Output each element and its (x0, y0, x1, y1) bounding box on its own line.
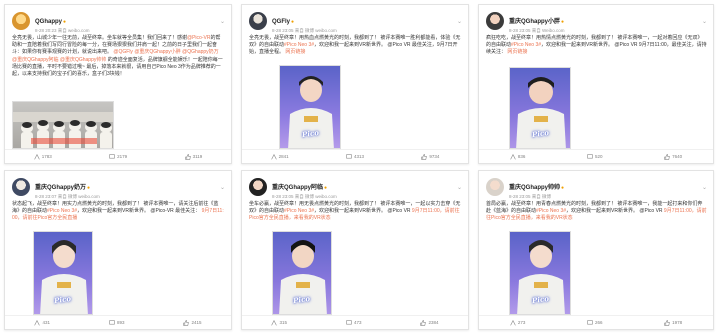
verified-badge-icon: ● (561, 18, 565, 25)
team-group-photo (13, 112, 113, 148)
username[interactable]: QGFly (272, 19, 290, 25)
chevron-down-icon[interactable]: ⌄ (457, 184, 462, 191)
post-text: 状态起飞，战至终章！用实力点燃黄光的时刻，我都到了！ 被评本赛唯一，请关注后前往… (12, 201, 224, 222)
weibo-post-card: QGFly● 8-28 23:05 来自 微博 weibo.com ⌄ 全亮无畏… (241, 4, 469, 164)
comment-icon (587, 153, 593, 158)
thumbs-up-icon (183, 319, 190, 326)
comment-icon (346, 153, 352, 158)
post-image[interactable]: Pico (509, 67, 571, 149)
verified-badge-icon: ● (87, 184, 91, 191)
share-button[interactable]: 431 (34, 319, 50, 326)
chevron-down-icon[interactable]: ⌄ (457, 18, 462, 25)
avatar[interactable] (12, 178, 30, 196)
post-image[interactable]: Pico (279, 65, 341, 149)
post-actions: 273 266 1978 (479, 315, 713, 329)
verified-badge-icon: ● (291, 18, 295, 25)
like-button[interactable]: 2415 (183, 319, 202, 326)
comment-icon (109, 319, 115, 324)
hashtag-link[interactable]: #Pico Neo 3# (536, 208, 566, 214)
post-image[interactable] (12, 101, 114, 149)
verified-badge-icon: ● (561, 184, 565, 191)
hashtag-link[interactable]: #Pico Neo 3# (47, 208, 77, 214)
avatar[interactable] (486, 178, 504, 196)
verified-badge-icon: ● (63, 18, 67, 25)
comment-icon (109, 153, 115, 158)
like-button[interactable]: 1978 (664, 319, 682, 326)
post-text: 全亮无畏，山城少年一往无前，战至终章。坐车就等全员集！我们回来了！感谢@Pico… (12, 35, 223, 78)
weibo-post-card: 重庆QGhappy帅帅● 8-28 23:05 来自 微博 ⌄ 首局必赢，战至终… (478, 170, 714, 330)
post-actions: 431 893 2415 (5, 315, 231, 329)
post-time: 8-28 20:23 来自 weibo.com (35, 27, 90, 33)
post-text: 全亮无畏，战至终章！用热血点燃黄光的时刻，我都到了！ 被评本赛唯一胜利都能看，体… (249, 35, 461, 56)
username[interactable]: 重庆QGhappy阿临 (272, 185, 323, 191)
share-button[interactable]: 1783 (34, 153, 52, 160)
hashtag-link[interactable]: #Pico Neo 3# (511, 42, 541, 48)
avatar[interactable] (486, 12, 504, 30)
comment-icon (587, 319, 593, 324)
web-link[interactable]: 网页链接 (285, 49, 305, 55)
mention-link[interactable]: @Pico-VR (187, 35, 210, 41)
avatar[interactable] (249, 178, 267, 196)
chevron-down-icon[interactable]: ⌄ (220, 18, 225, 25)
username[interactable]: 重庆QGhappy奶万 (35, 185, 86, 191)
share-button[interactable]: 2841 (270, 153, 289, 160)
like-button[interactable]: 7640 (664, 153, 682, 160)
comment-button[interactable]: 2179 (109, 153, 127, 160)
weibo-post-card: 重庆QGhappy奶万● 8-28 23:07 来自 微博 weibo.com … (4, 170, 232, 330)
share-icon (510, 153, 516, 160)
post-text: 首局必赢，战至终章！用青春点燃黄光的时刻，我都到了！ 被评本赛唯一，我能一起打来… (486, 201, 707, 222)
avatar[interactable] (249, 12, 267, 30)
weibo-post-card: 重庆QGhappy小胖● 8-28 23:05 来自 Weibo.com ⌄ 疯… (478, 4, 714, 164)
post-time: 8-28 23:05 来自 微博 (509, 193, 552, 199)
share-icon (510, 319, 516, 326)
share-icon (271, 319, 278, 326)
thumbs-up-icon (664, 153, 670, 160)
post-actions: 836 520 7640 (479, 149, 713, 163)
post-text: 坐车必赢，战至终章！用无畏点燃黄光的时刻，我都到了！ 被评本赛唯一，一起以实力击… (249, 201, 461, 222)
post-time: 8-28 23:05 来自 微博 weibo.com (272, 27, 337, 33)
like-button[interactable]: 3119 (184, 153, 202, 160)
username[interactable]: 重庆QGhappy小胖 (509, 19, 560, 25)
share-icon (34, 319, 41, 326)
post-actions: 315 473 2384 (242, 315, 468, 329)
chevron-down-icon[interactable]: ⌄ (702, 184, 707, 191)
post-time: 8-28 23:05 来自 微博 weibo.com (272, 193, 337, 199)
weibo-post-card: 重庆QGhappy阿临● 8-28 23:05 来自 微博 weibo.com … (241, 170, 469, 330)
chevron-down-icon[interactable]: ⌄ (220, 184, 225, 191)
username[interactable]: 重庆QGhappy帅帅 (509, 185, 560, 191)
like-button[interactable]: 9734 (421, 153, 439, 160)
post-image[interactable]: Pico (509, 231, 571, 315)
share-button[interactable]: 836 (510, 153, 525, 160)
post-actions: 2841 4313 9734 (242, 149, 468, 163)
share-button[interactable]: 315 (271, 319, 287, 326)
comment-button[interactable]: 473 (346, 319, 362, 326)
post-time: 8-28 23:07 来自 微博 weibo.com (35, 193, 100, 199)
verified-badge-icon: ● (324, 184, 328, 191)
web-link[interactable]: 网页链接 (507, 49, 527, 55)
comment-icon (346, 319, 352, 324)
share-icon (34, 153, 40, 160)
hashtag-link[interactable]: #Pico Neo 3# (284, 208, 314, 214)
like-button[interactable]: 2384 (420, 319, 439, 326)
post-text: 疯狂吃吃，战至终章！用热情点燃黄光的时刻，我都到了！ 被评本赛唯一，一起对着回应… (486, 35, 707, 56)
post-actions: 1783 2179 3119 (5, 149, 231, 163)
thumbs-up-icon (664, 319, 670, 326)
post-time: 8-28 23:05 来自 Weibo.com (509, 27, 565, 33)
username[interactable]: QGhappy (35, 19, 62, 25)
weibo-post-card: QGhappy● 8-28 20:23 来自 weibo.com ⌄ 全亮无畏，… (4, 4, 232, 164)
comment-button[interactable]: 4313 (346, 153, 364, 160)
share-button[interactable]: 273 (510, 319, 525, 326)
hashtag-link[interactable]: #Pico Neo 3# (284, 42, 314, 48)
thumbs-up-icon (184, 153, 191, 160)
chevron-down-icon[interactable]: ⌄ (702, 18, 707, 25)
comment-button[interactable]: 520 (587, 153, 602, 160)
share-icon (270, 153, 277, 160)
post-image[interactable]: Pico (33, 231, 93, 315)
thumbs-up-icon (420, 319, 427, 326)
avatar[interactable] (12, 12, 30, 30)
comment-button[interactable]: 266 (587, 319, 602, 326)
post-image[interactable]: Pico (272, 231, 332, 315)
comment-button[interactable]: 893 (109, 319, 125, 326)
thumbs-up-icon (421, 153, 428, 160)
